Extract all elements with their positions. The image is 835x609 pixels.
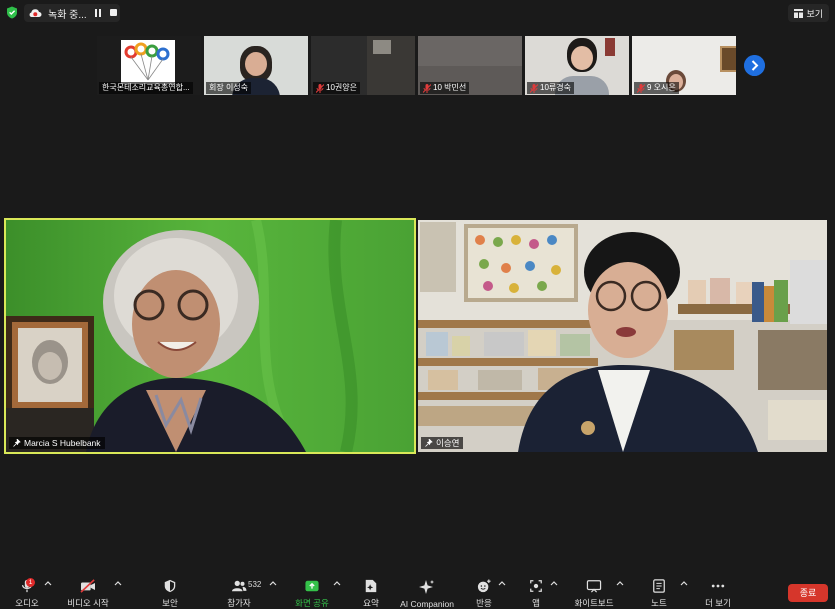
participant-thumbnail[interactable]: 10권양은 [311, 36, 415, 95]
participants-label: 참가자 [227, 598, 251, 608]
security-button[interactable]: 보안 [152, 572, 188, 609]
meeting-toolbar: 오디오 비디오 시작 보안 참가자 532 화면 공유 요약 AI Compan… [0, 572, 835, 609]
participant-thumbnail[interactable]: 회장 이성숙 [204, 36, 308, 95]
participant-name: 10류경숙 [540, 83, 571, 92]
next-page-arrow-icon[interactable] [744, 55, 765, 76]
pause-icon[interactable] [94, 9, 102, 17]
audio-button[interactable]: 오디오 [10, 572, 44, 609]
participant-thumbnail[interactable]: 한국몬테소리교육총연합... [97, 36, 201, 95]
security-label: 보안 [162, 598, 178, 608]
share-screen-button[interactable]: 화면 공유 [292, 572, 332, 609]
participant-name: 이승연 [436, 438, 460, 448]
recording-label: 녹화 중... [48, 10, 87, 21]
participant-name: 한국몬테소리교육총연합... [102, 83, 190, 92]
video-feed [6, 220, 414, 452]
more-label: 더 보기 [705, 598, 731, 608]
summary-icon [365, 579, 377, 593]
summary-label: 요약 [363, 598, 379, 608]
notes-icon [653, 579, 665, 593]
participant-name: 9 오시은 [647, 83, 676, 92]
speaker-name: Marcia S Hubelbank [24, 438, 101, 448]
mic-muted-icon [637, 83, 645, 93]
end-meeting-button[interactable]: 종료 [788, 584, 828, 602]
audio-label: 오디오 [15, 598, 39, 608]
apps-icon [530, 580, 542, 592]
participant-count: 532 [248, 580, 262, 589]
recording-indicator[interactable]: 녹화 중... [24, 4, 120, 22]
video-tile-active-speaker[interactable]: Marcia S Hubelbank [4, 218, 416, 454]
participant-name-tag: 한국몬테소리교육총연합... [99, 82, 193, 94]
apps-button[interactable]: 앱 [524, 572, 548, 609]
mic-muted-icon [530, 83, 538, 93]
whiteboard-icon [586, 580, 602, 593]
participant-thumbnail[interactable]: 9 오시은 [632, 36, 736, 95]
notes-button[interactable]: 노트 [646, 572, 672, 609]
participants-icon [232, 580, 247, 592]
participant-thumbnail[interactable]: 10 박민선 [418, 36, 522, 95]
mic-muted-icon [316, 83, 324, 93]
share-screen-label: 화면 공유 [295, 598, 329, 608]
whiteboard-label: 화이트보드 [574, 598, 614, 608]
chevron-up-icon[interactable] [498, 580, 506, 586]
whiteboard-button[interactable]: 화이트보드 [570, 572, 618, 609]
participant-thumbnail[interactable]: 10류경숙 [525, 36, 629, 95]
shield-icon [164, 579, 176, 593]
top-bar: 녹화 중... 보기 [0, 0, 835, 26]
participant-name-tag: 10권양은 [313, 82, 360, 94]
participant-name-tag: 10류경숙 [527, 82, 574, 94]
organization-logo [121, 40, 175, 84]
speaker-name-tag: Marcia S Hubelbank [9, 437, 105, 449]
audio-notification-badge: 1 [26, 578, 35, 587]
chevron-up-icon[interactable] [550, 580, 558, 586]
participant-name: 회장 이성숙 [209, 83, 249, 92]
ai-companion-button[interactable]: AI Companion [398, 572, 456, 609]
participant-name-tag: 회장 이성숙 [206, 82, 252, 94]
participant-name: 10권양은 [326, 83, 357, 92]
apps-label: 앱 [532, 598, 540, 608]
grid-view-icon [794, 8, 804, 18]
participants-button[interactable]: 참가자 [221, 572, 257, 609]
chevron-up-icon[interactable] [44, 580, 52, 586]
participant-name-tag: 9 오시은 [634, 82, 679, 94]
pin-icon [425, 439, 433, 447]
shield-check-icon[interactable] [6, 6, 18, 19]
pin-icon [13, 439, 21, 447]
smiley-plus-icon [477, 579, 491, 593]
participant-strip: 한국몬테소리교육총연합... 회장 이성숙 10권양은 10 박민선 10류경숙… [97, 36, 737, 96]
view-button[interactable]: 보기 [788, 4, 829, 22]
notes-label: 노트 [651, 598, 667, 608]
reactions-label: 반응 [476, 598, 492, 608]
cloud-recording-icon [29, 9, 42, 17]
mic-muted-icon [423, 83, 431, 93]
video-off-icon [80, 579, 95, 593]
more-button[interactable]: 더 보기 [702, 572, 734, 609]
ai-companion-label: AI Companion [400, 599, 454, 609]
chevron-up-icon[interactable] [114, 580, 122, 586]
view-label: 보기 [806, 8, 823, 19]
sparkle-icon [419, 580, 434, 594]
summary-button[interactable]: 요약 [356, 572, 386, 609]
chevron-up-icon[interactable] [680, 580, 688, 586]
participant-name: 10 박민선 [433, 83, 467, 92]
share-screen-icon [305, 580, 319, 592]
video-feed [418, 220, 827, 452]
reactions-button[interactable]: 반응 [470, 572, 498, 609]
chevron-up-icon[interactable] [616, 580, 624, 586]
more-dots-icon [711, 584, 725, 588]
participant-name-tag: 10 박민선 [420, 82, 470, 94]
participant-name-tag: 이승연 [421, 437, 464, 449]
stop-icon[interactable] [110, 9, 117, 16]
video-tile[interactable]: 이승연 [418, 220, 827, 452]
start-video-label: 비디오 시작 [67, 598, 109, 608]
chevron-up-icon[interactable] [269, 580, 277, 586]
chevron-up-icon[interactable] [333, 580, 341, 586]
start-video-button[interactable]: 비디오 시작 [62, 572, 114, 609]
